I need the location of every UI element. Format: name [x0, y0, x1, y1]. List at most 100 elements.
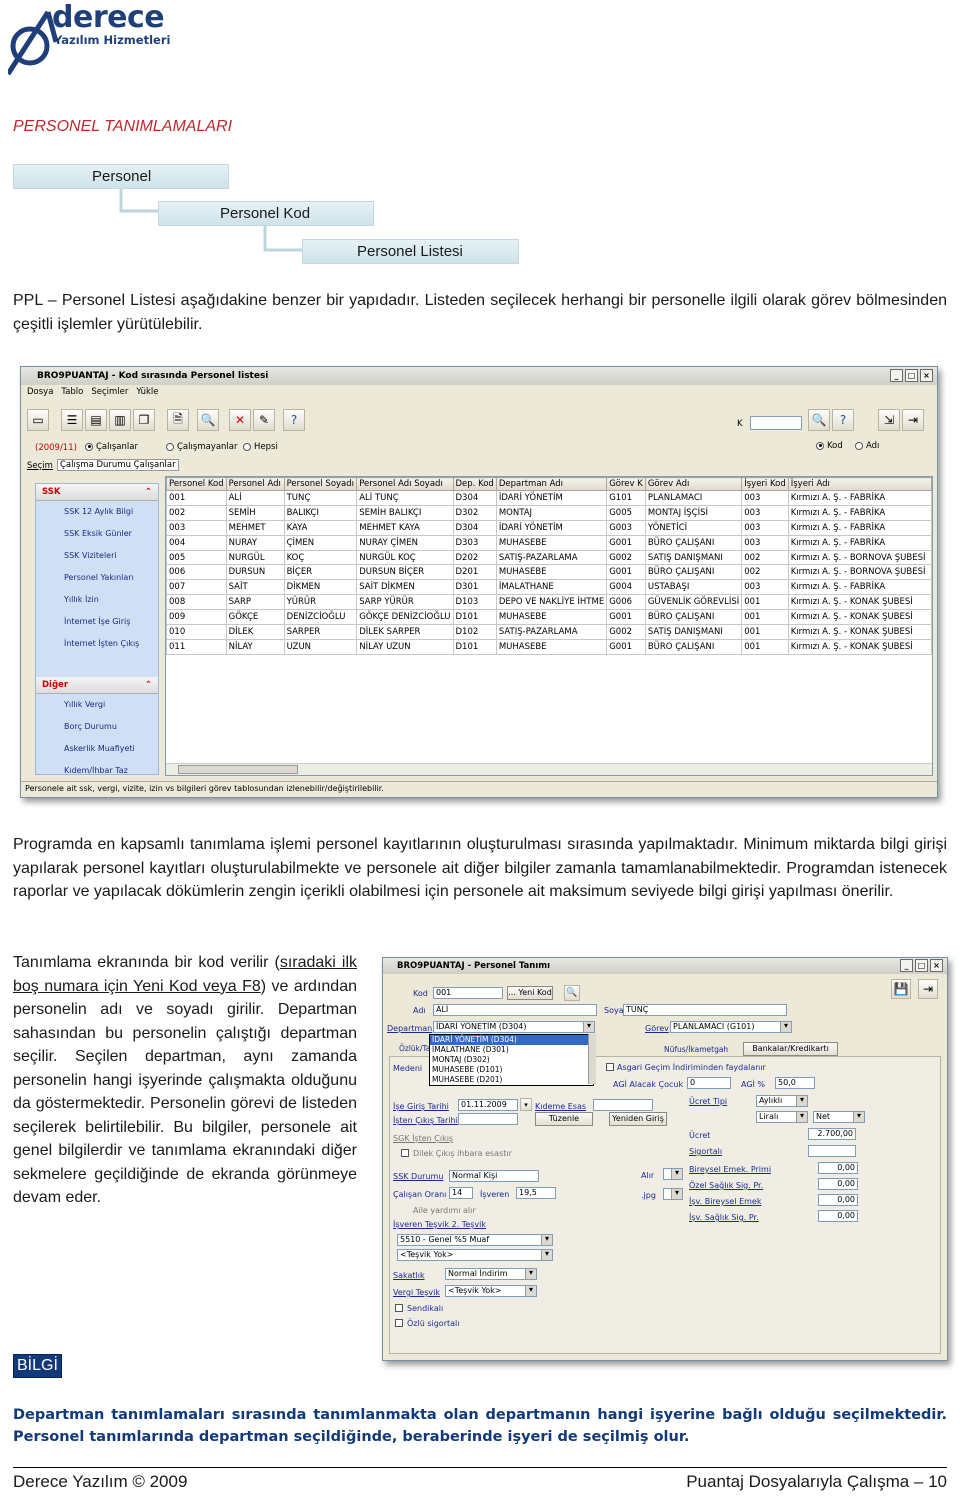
kidem-field[interactable] [593, 1099, 653, 1111]
jpg-select[interactable] [663, 1188, 683, 1200]
sidebar-item[interactable]: SSK Vizite​leri [36, 545, 158, 567]
sidebar-item[interactable]: Personel Yakınları [36, 567, 158, 589]
radio-hepsi[interactable]: Hepsi [243, 442, 278, 452]
bankalar-button[interactable]: Bankalar/Kredikartı [743, 1042, 838, 1056]
bes-field[interactable]: 0,00 [818, 1162, 858, 1174]
menu-yukle[interactable]: Yükle [136, 387, 158, 397]
column-header[interactable]: Görev Adı [644, 477, 743, 491]
dilek-checkbox[interactable] [401, 1149, 409, 1157]
tesvik2-select[interactable]: <Teşvik Yok> [397, 1249, 553, 1261]
dropdown-option[interactable]: İMALATHANE (D301) [430, 1045, 593, 1055]
column-header[interactable]: Görev K [606, 477, 646, 491]
sidebar-item[interactable]: Borç Durumu [36, 716, 158, 738]
table-row[interactable]: 007 SAİT DİKMEN SAİT DİKMEN D301 İMALATHANE G0… [166, 579, 932, 596]
tesvik-select[interactable]: 5510 - Genel %5 Muaf [397, 1234, 553, 1246]
maximize-button[interactable]: □ [915, 959, 928, 972]
toolbar-search-icon[interactable]: 🔍 [197, 409, 219, 431]
sigortali-field[interactable] [808, 1145, 856, 1157]
dropdown-option[interactable]: MONTAJ (D302) [430, 1055, 593, 1065]
close-button[interactable]: × [920, 369, 933, 382]
menu-secimler[interactable]: Seçimler [91, 387, 128, 397]
sidebar-item[interactable]: Askerlik Muafiyeti [36, 738, 158, 760]
minimize-button[interactable]: _ [900, 959, 913, 972]
table-row[interactable]: 008 SARP YÜRÜR SARP YÜRÜR D103 DEPO VE NAKLİY… [166, 594, 932, 611]
agi-cocuk-field[interactable]: 0 [687, 1077, 731, 1089]
exit-icon[interactable]: ⇥ [902, 409, 924, 431]
maximize-button[interactable]: □ [905, 369, 918, 382]
sidebar-item[interactable]: SSK Eksik Günler [36, 523, 158, 545]
scrollbar-thumb[interactable] [178, 765, 298, 774]
soyadi-field[interactable]: TUNÇ [623, 1004, 787, 1016]
collapse-icon[interactable]: ⌃ [145, 680, 152, 690]
tuzenle-button[interactable]: Tüzenle [535, 1112, 593, 1126]
sidebar-item[interactable]: Yıllık Vergi [36, 694, 158, 716]
calendar-icon[interactable]: ▾ [520, 1098, 532, 1111]
yeniden-giris-button[interactable]: Yeniden Giriş [609, 1112, 667, 1126]
toolbar-columns-icon[interactable]: ▥ [109, 409, 131, 431]
table-row[interactable]: 001 ALİ TUNÇ ALİ TUNÇ D304 İDARİ YÖNETİM G101 P… [166, 490, 932, 506]
isv-saglik-field[interactable]: 0,00 [818, 1210, 858, 1222]
menu-tablo[interactable]: Tablo [61, 387, 83, 397]
toolbar-grid-icon[interactable]: ▤ [85, 409, 107, 431]
tab-nufus[interactable]: Nüfus/İkametgah [664, 1045, 728, 1054]
toolbar-help-icon[interactable]: ? [283, 409, 305, 431]
close-button[interactable]: × [930, 959, 943, 972]
search-go-icon[interactable]: 🔍 [808, 409, 830, 431]
collapse-icon[interactable]: ⌃ [145, 487, 152, 497]
toolbar-delete-icon[interactable]: ✕ [229, 409, 251, 431]
net-select[interactable]: Net [813, 1111, 865, 1123]
departman-select[interactable]: İDARİ YÖNETİM (D304) [433, 1021, 595, 1033]
search-input[interactable] [750, 416, 802, 430]
help-icon[interactable]: ? [832, 409, 854, 431]
dropdown-option[interactable]: MUHASEBE (D101) [430, 1065, 593, 1075]
ucret-field[interactable]: 2.700,00 [808, 1128, 856, 1140]
vergi-tesvik-select[interactable]: <Teşvik Yok> [445, 1285, 537, 1297]
toolbar-edit-icon[interactable]: ✎ [253, 409, 275, 431]
search-icon[interactable]: 🔍 [564, 985, 580, 1001]
table-row[interactable]: 011 NİLAY UZUN NİLAY UZUN D101 MUHASEBE G001 BÜ… [166, 638, 932, 655]
ssk-durum-field[interactable]: Normal Kişi [449, 1170, 539, 1182]
minimize-button[interactable]: _ [890, 369, 903, 382]
sidebar-group-ssk[interactable]: SSK ⌃ [36, 484, 158, 501]
column-header[interactable]: Personel Adı [225, 477, 285, 491]
sidebar-item[interactable]: Yıllık İzin [36, 589, 158, 611]
departman-dropdown-list[interactable]: İDARİ YÖNETİM (D304) İMALATHANE (D301) MON… [429, 1034, 594, 1086]
sidebar-item[interactable]: Kıdem/İhbar Taz [36, 760, 158, 782]
table-row[interactable]: 006 DURSUN BİÇER DURSUN BİÇER D201 MUHASEBE G0… [166, 564, 932, 581]
ucret-tipi-select[interactable]: Aylıklı [756, 1095, 808, 1107]
sendikali-checkbox[interactable] [395, 1304, 403, 1312]
gorev-select[interactable]: PLANLAMACI (G101) [670, 1021, 792, 1033]
adi-field[interactable]: ALİ [433, 1004, 597, 1016]
toolbar-list-icon[interactable]: ☰ [61, 409, 83, 431]
radio-sort-adi[interactable]: Adı [855, 441, 879, 451]
column-header[interactable]: İşyeri Kod [741, 477, 789, 491]
column-header[interactable]: İşyeri Adı [787, 477, 932, 491]
lirali-select[interactable]: Liralı [756, 1111, 808, 1123]
sidebar-item[interactable]: İnternet İşe Giriş [36, 611, 158, 633]
isv-bes-field[interactable]: 0,00 [818, 1194, 858, 1206]
ozel-sig-field[interactable]: 0,00 [818, 1178, 858, 1190]
sidebar-item[interactable]: İnternet İşten Çıkış [36, 633, 158, 655]
ozlu-checkbox[interactable] [395, 1319, 403, 1327]
kod-field[interactable]: 001 [433, 987, 503, 999]
isveren-field[interactable]: 19,5 [516, 1187, 556, 1199]
column-header[interactable]: Personel Adı Soyadı [356, 477, 454, 491]
breadcrumb-personel-listesi[interactable]: Personel Listesi [302, 239, 519, 264]
column-header[interactable]: Personel Soyadı [283, 477, 358, 491]
export-icon[interactable]: ⇲ [878, 409, 900, 431]
sakatlik-select[interactable]: Normal İndirim [445, 1268, 537, 1280]
agi-checkbox[interactable] [606, 1063, 614, 1071]
breadcrumb-personel[interactable]: Personel [13, 164, 229, 189]
calisan-orani-field[interactable]: 14 [449, 1187, 473, 1199]
radio-calisanlar[interactable]: Çalışanlar [85, 442, 138, 452]
ise-giris-field[interactable]: 01.11.2009 [458, 1099, 518, 1111]
agi-pct-field[interactable]: 50,0 [775, 1077, 815, 1089]
radio-sort-kod[interactable]: Kod [816, 441, 843, 451]
table-row[interactable]: 002 SEMİH BALIKÇI SEMİH BALIKÇI D302 MONTAJ G0… [166, 504, 932, 521]
dropdown-option[interactable]: MUHASEBE (D201) [430, 1075, 593, 1085]
sidebar-item[interactable]: SSK 12 Aylık Bilgi [36, 501, 158, 523]
yeni-kod-button[interactable]: ... Yeni Kod [507, 986, 553, 1000]
breadcrumb-personel-kod[interactable]: Personel Kod [158, 201, 374, 226]
column-header[interactable]: Dep. Kod [452, 477, 497, 491]
table-row[interactable]: 009 GÖKÇE DENİZCİOĞLU GÖKÇE DENİZCİOĞLU D101… [166, 609, 932, 626]
